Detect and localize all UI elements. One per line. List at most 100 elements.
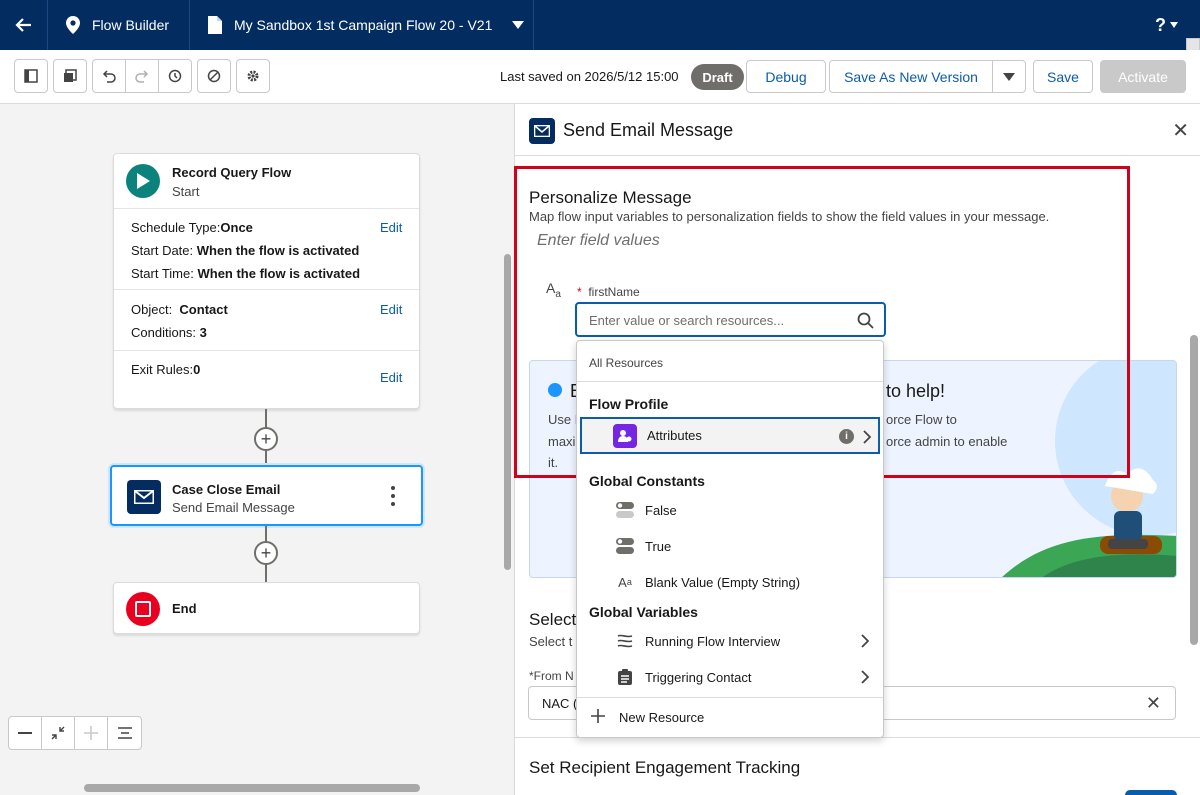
auto-layout-button[interactable] [108,717,141,749]
from-label: *From N [529,669,574,683]
help-icon: ? [1155,14,1166,35]
undo-icon [102,70,116,83]
chevron-down-icon [1003,72,1015,81]
fit-view-button[interactable] [42,717,75,749]
running-flow-interview-label: Running Flow Interview [645,633,781,649]
divider [114,289,419,290]
zoom-out-button[interactable] [9,717,42,749]
add-element-button[interactable]: + [254,427,278,451]
chevron-down-icon [512,21,525,29]
false-option[interactable]: False [577,492,883,528]
more-actions-icon[interactable] [388,486,398,506]
add-element-button[interactable]: + [254,541,278,565]
clear-icon[interactable]: ✕ [1146,693,1161,714]
start-node-subtitle: Start [172,184,200,199]
canvas-vertical-scrollbar[interactable] [504,254,511,570]
flow-name: My Sandbox 1st Campaign Flow 20 - V21 [234,17,493,33]
chevron-down-icon [1170,22,1178,28]
promo-line2-right: orce admin to enable [886,434,1008,449]
plus-icon: + [260,429,272,449]
panel-header: Send Email Message ✕ [515,104,1200,156]
flow-icon [615,631,635,651]
settings-button[interactable] [236,59,270,93]
blank-value-label: Blank Value (Empty String) [645,574,801,590]
einstein-icon [548,383,562,397]
personalize-hint: Enter field values [537,232,660,249]
toggle-on-icon [615,536,635,556]
select-sub: Select t [529,634,573,649]
activate-button[interactable]: Activate [1100,60,1186,93]
email-node-title: Case Close Email [172,482,281,497]
info-icon[interactable]: i [839,429,854,444]
envelope-icon [529,118,555,144]
contract-icon [51,726,65,740]
start-date-label: Start Date: [131,243,194,258]
copy-button[interactable] [53,59,87,93]
true-option[interactable]: True [577,528,883,564]
plus-icon: + [260,543,272,563]
running-flow-interview-option[interactable]: Running Flow Interview [577,623,883,659]
flow-profile-heading: Flow Profile [589,396,669,412]
chevron-right-icon [863,430,871,444]
firstname-label: firstName [588,285,640,299]
panel-icon [24,69,38,83]
toggle-panel-button[interactable] [14,59,48,93]
minus-icon [18,732,32,734]
start-date-value: When the flow is activated [196,243,360,258]
stop-icon [126,592,160,626]
panel-scrollbar[interactable] [1190,335,1198,645]
conditions-value: 3 [199,325,207,340]
status-badge: Draft [691,64,744,90]
end-node[interactable]: End [113,582,420,634]
tracking-toggle[interactable] [1125,790,1177,795]
toggle-off-icon [615,500,635,520]
location-pin-icon [66,16,80,34]
toolbar: Last saved on 2026/5/12 15:00 Draft Debu… [0,50,1200,104]
edit-object-link[interactable]: Edit [380,302,402,317]
select-heading: Select [529,610,577,629]
close-icon[interactable]: ✕ [1172,118,1189,143]
save-options-button[interactable] [992,60,1026,93]
blank-value-option[interactable]: Aa Blank Value (Empty String) [577,564,883,600]
personalize-description: Map flow input variables to personalizat… [529,209,1050,224]
divider [577,697,883,698]
flow-name-menu[interactable]: My Sandbox 1st Campaign Flow 20 - V21 [190,0,534,50]
redo-button[interactable] [125,59,159,93]
panel-title: Send Email Message [563,120,734,140]
chevron-right-icon [861,670,869,684]
app-switcher[interactable]: Flow Builder [48,0,190,50]
object-value: Contact [179,302,228,317]
all-resources-label[interactable]: All Resources [589,356,663,370]
zoom-in-button[interactable] [75,717,108,749]
top-bar: Flow Builder My Sandbox 1st Campaign Flo… [0,0,1200,64]
firstname-input[interactable]: Enter value or search resources... [575,302,886,337]
back-button[interactable] [0,0,48,50]
debug-button[interactable]: Debug [746,60,826,93]
schedule-type-row: Schedule Type:Once [131,220,253,235]
email-node[interactable]: Case Close Email Send Email Message [110,465,423,526]
clipboard-icon [615,667,635,687]
save-as-new-version-button[interactable]: Save As New Version [829,60,993,93]
firstname-label-row: * firstName [577,285,640,299]
canvas-horizontal-scrollbar[interactable] [84,784,420,792]
flow-canvas[interactable]: Record Query Flow Start Schedule Type:On… [0,104,514,795]
zoom-controls [8,716,142,750]
conditions-row: Conditions: 3 [131,325,207,340]
new-resource-option[interactable]: New Resource [577,699,883,735]
end-node-title: End [172,601,197,616]
promo-line2-left: maxi [548,434,576,449]
true-label: True [645,538,672,554]
start-node[interactable]: Record Query Flow Start Schedule Type:On… [113,153,420,409]
save-button[interactable]: Save [1033,60,1093,93]
history-button[interactable] [158,59,192,93]
start-date-row: Start Date: When the flow is activated [131,243,359,258]
triggering-contact-option[interactable]: Triggering Contact [577,659,883,695]
object-row: Object: Contact [131,302,228,317]
errors-button[interactable] [197,59,231,93]
new-resource-label: New Resource [619,709,705,725]
undo-button[interactable] [92,59,126,93]
edit-exit-rules-link[interactable]: Edit [380,370,402,385]
edit-schedule-link[interactable]: Edit [380,220,402,235]
help-menu[interactable]: ? [1155,0,1178,50]
attributes-option[interactable]: Attributes i [580,417,880,454]
